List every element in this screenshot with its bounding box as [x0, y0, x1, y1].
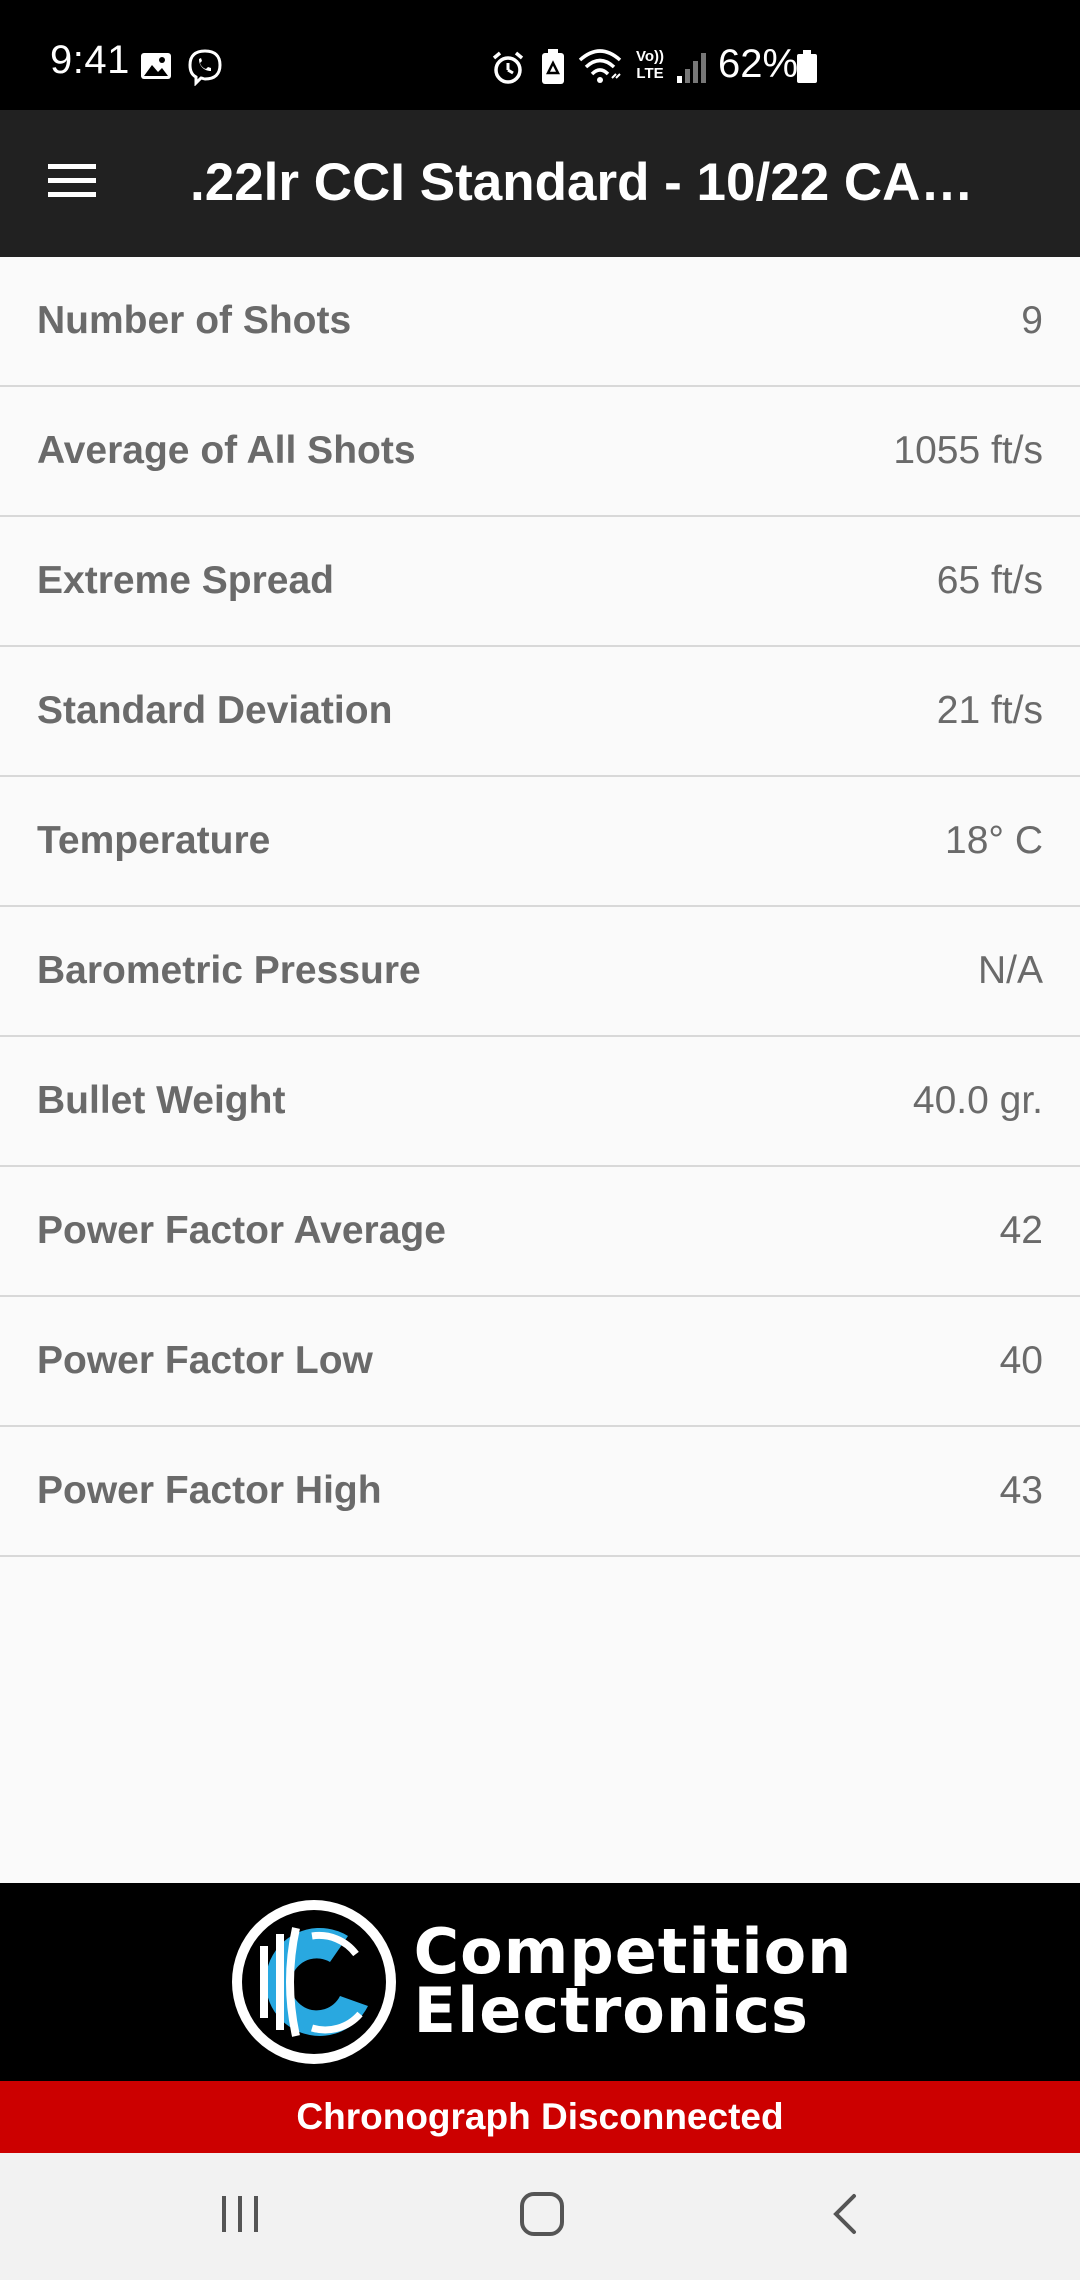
- stat-row-power-factor-high: Power Factor High 43: [0, 1427, 1080, 1557]
- gallery-icon: [140, 52, 172, 85]
- stat-value: 1055 ft/s: [893, 429, 1043, 472]
- page-title: .22lr CCI Standard - 10/22 CARB...: [190, 154, 1010, 212]
- recents-button[interactable]: [200, 2181, 280, 2251]
- stat-row-standard-deviation: Standard Deviation 21 ft/s: [0, 647, 1080, 777]
- stat-value: 9: [1021, 299, 1043, 342]
- wifi-icon: [578, 48, 622, 89]
- stat-value: N/A: [977, 949, 1043, 992]
- home-button[interactable]: [502, 2181, 582, 2251]
- stat-label: Bullet Weight: [37, 1079, 286, 1122]
- chronograph-status-bar[interactable]: Chronograph Disconnected: [0, 2081, 1080, 2153]
- stat-label: Number of Shots: [37, 299, 352, 342]
- brand-name: Competition Electronics: [413, 1921, 853, 2047]
- stat-value: 42: [999, 1209, 1043, 1252]
- recents-icon: [218, 2194, 262, 2239]
- battery-percent: 62%: [718, 42, 799, 86]
- volte-label-top: Vo)): [635, 48, 665, 65]
- stat-value: 40.0 gr.: [912, 1079, 1043, 1122]
- stat-label: Standard Deviation: [37, 689, 393, 732]
- back-button[interactable]: [805, 2181, 885, 2251]
- system-nav-bar: [0, 2153, 1080, 2280]
- alarm-icon: [490, 50, 526, 91]
- home-icon: [519, 2191, 565, 2242]
- battery-icon: [796, 50, 818, 89]
- stat-row-barometric-pressure: Barometric Pressure N/A: [0, 907, 1080, 1037]
- stat-row-bullet-weight: Bullet Weight 40.0 gr.: [0, 1037, 1080, 1167]
- stat-label: Power Factor High: [37, 1469, 382, 1512]
- status-bar: 9:41 Vo)) LTE 62%: [0, 0, 1080, 110]
- volte-icon: Vo)) LTE: [632, 48, 668, 82]
- viber-icon: [186, 48, 224, 91]
- stat-value: 40: [999, 1339, 1043, 1382]
- hamburger-menu-icon: [46, 162, 98, 205]
- stats-list: Number of Shots 9 Average of All Shots 1…: [0, 257, 1080, 1557]
- competition-electronics-logo: [228, 1896, 400, 2068]
- back-icon: [830, 2192, 860, 2241]
- volte-label-bottom: LTE: [636, 65, 664, 82]
- stat-value: 65 ft/s: [936, 559, 1043, 602]
- stat-value: 18° C: [945, 819, 1043, 862]
- stat-value: 21 ft/s: [936, 689, 1043, 732]
- stat-value: 43: [999, 1469, 1043, 1512]
- stat-label: Power Factor Low: [37, 1339, 373, 1382]
- app-bar: .22lr CCI Standard - 10/22 CARB...: [0, 110, 1080, 257]
- signal-icon: [676, 50, 708, 89]
- stat-row-average-of-all-shots: Average of All Shots 1055 ft/s: [0, 387, 1080, 517]
- brand-name-line2: Electronics: [413, 1974, 809, 2047]
- menu-button[interactable]: [30, 148, 114, 218]
- stat-row-power-factor-low: Power Factor Low 40: [0, 1297, 1080, 1427]
- stat-label: Average of All Shots: [37, 429, 416, 472]
- brand-banner: Competition Electronics: [0, 1883, 1080, 2081]
- stat-row-extreme-spread: Extreme Spread 65 ft/s: [0, 517, 1080, 647]
- stat-label: Temperature: [37, 819, 271, 862]
- stat-label: Extreme Spread: [37, 559, 334, 602]
- stat-label: Barometric Pressure: [37, 949, 421, 992]
- status-time: 9:41: [50, 38, 130, 82]
- stat-label: Power Factor Average: [37, 1209, 446, 1252]
- stat-row-temperature: Temperature 18° C: [0, 777, 1080, 907]
- battery-saver-icon: [540, 48, 566, 91]
- stat-row-power-factor-average: Power Factor Average 42: [0, 1167, 1080, 1297]
- stat-row-number-of-shots: Number of Shots 9: [0, 257, 1080, 387]
- chronograph-status-text: Chronograph Disconnected: [296, 2096, 784, 2137]
